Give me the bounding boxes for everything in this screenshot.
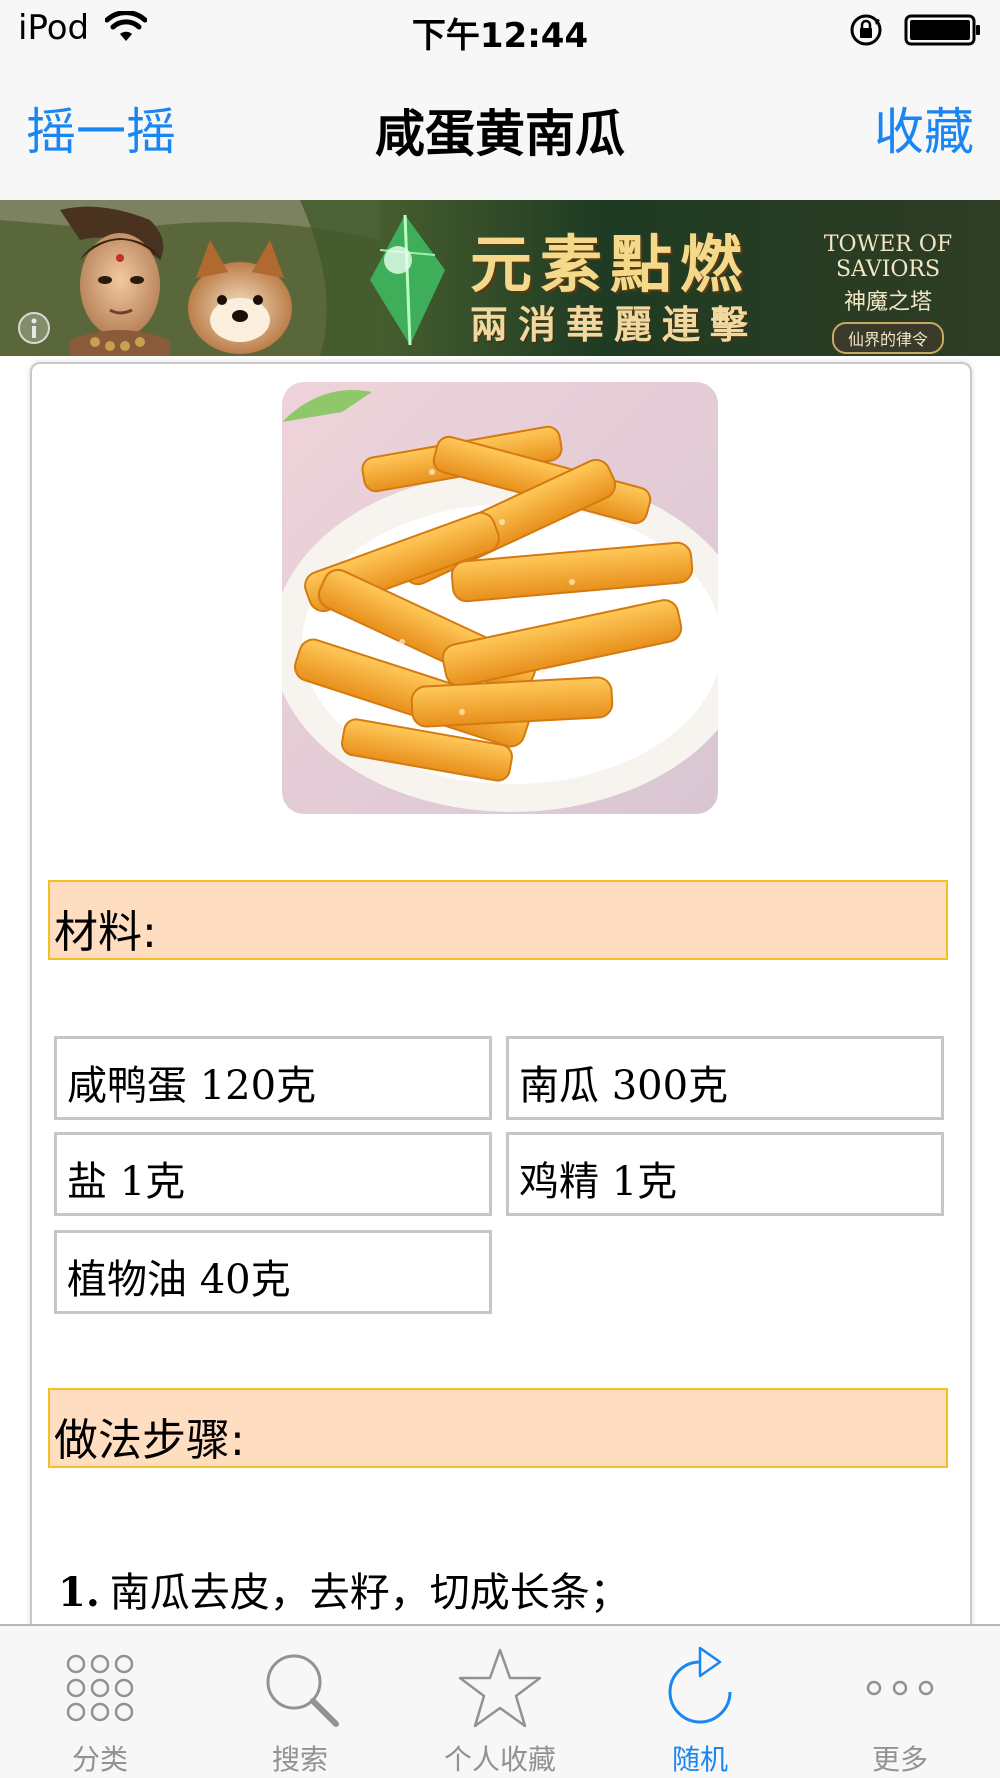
tab-label: 搜索	[271, 1743, 328, 1776]
ingredient-label: 咸鸭蛋 120克	[67, 1063, 317, 1109]
ingredients-header-label: 材料:	[54, 907, 157, 958]
ad-brand-cn: 神魔之塔	[843, 290, 932, 315]
info-icon[interactable]	[16, 310, 52, 346]
status-bar: iPod 下午12:44	[0, 0, 1000, 62]
ingredient-label: 鸡精 1克	[519, 1159, 678, 1205]
ingredient-item: 植物油 40克	[54, 1230, 492, 1314]
tab-label: 分类	[71, 1743, 128, 1776]
tab-label: 个人收藏	[443, 1743, 556, 1776]
ad-subline: 兩消華麗連擊	[470, 302, 759, 347]
steps-header-label: 做法步骤:	[54, 1415, 245, 1466]
ad-brand-tag: 仙界的律令	[831, 322, 944, 354]
tab-favorites[interactable]: 个人收藏	[400, 1626, 600, 1778]
tab-bar: 分类 搜索 个人收藏 随机 更多	[0, 1624, 1000, 1778]
steps-header: 做法步骤:	[48, 1388, 948, 1468]
recipe-card: 材料: 咸鸭蛋 120克 南瓜 300克 盐 1克 鸡精 1克 植物油 40克 …	[30, 362, 972, 1704]
favorite-button[interactable]: 收藏	[874, 92, 974, 164]
more-icon	[866, 1680, 934, 1696]
ingredient-item: 鸡精 1克	[506, 1132, 944, 1216]
tab-label: 随机	[671, 1743, 728, 1776]
ingredient-item: 盐 1克	[54, 1132, 492, 1216]
search-icon	[266, 1654, 339, 1727]
ad-brand-en: TOWER OF SAVIORS	[823, 232, 953, 282]
page-title: 咸蛋黄南瓜	[375, 105, 625, 163]
ad-headline: 元素點燃	[470, 228, 751, 301]
star-icon	[458, 1648, 542, 1728]
step-number: 1.	[58, 1569, 100, 1616]
ingredient-item: 南瓜 300克	[506, 1036, 944, 1120]
status-right	[848, 12, 982, 48]
refresh-icon	[668, 1646, 732, 1724]
grid-icon	[66, 1654, 134, 1722]
ingredient-label: 盐 1克	[67, 1159, 186, 1205]
battery-icon	[904, 14, 980, 46]
step-item: 1. 南瓜去皮，去籽，切成长条；	[58, 1560, 630, 1618]
ad-brand: TOWER OF SAVIORS 神魔之塔 仙界的律令	[788, 232, 988, 354]
crystal-leaf-art	[370, 214, 445, 346]
ingredient-label: 南瓜 300克	[519, 1063, 729, 1109]
tab-label: 更多	[871, 1743, 928, 1776]
ingredient-item: 咸鸭蛋 120克	[54, 1036, 492, 1120]
dish-photo	[282, 382, 718, 814]
tab-more[interactable]: 更多	[800, 1626, 1000, 1778]
rotation-lock-icon	[850, 14, 882, 46]
tab-search[interactable]: 搜索	[200, 1626, 400, 1778]
tab-category[interactable]: 分类	[0, 1626, 200, 1778]
step-text: 南瓜去皮，去籽，切成长条；	[109, 1570, 630, 1616]
tab-random[interactable]: 随机	[600, 1626, 800, 1778]
ad-banner[interactable]: 元素點燃 兩消華麗連擊 TOWER OF SAVIORS 神魔之塔 仙界的律令	[0, 200, 1000, 356]
ingredients-header: 材料:	[48, 880, 948, 960]
ad-character-art	[0, 200, 380, 356]
navigation-bar: 摇一摇 咸蛋黄南瓜 收藏	[0, 62, 1000, 200]
ingredient-label: 植物油 40克	[67, 1257, 291, 1303]
